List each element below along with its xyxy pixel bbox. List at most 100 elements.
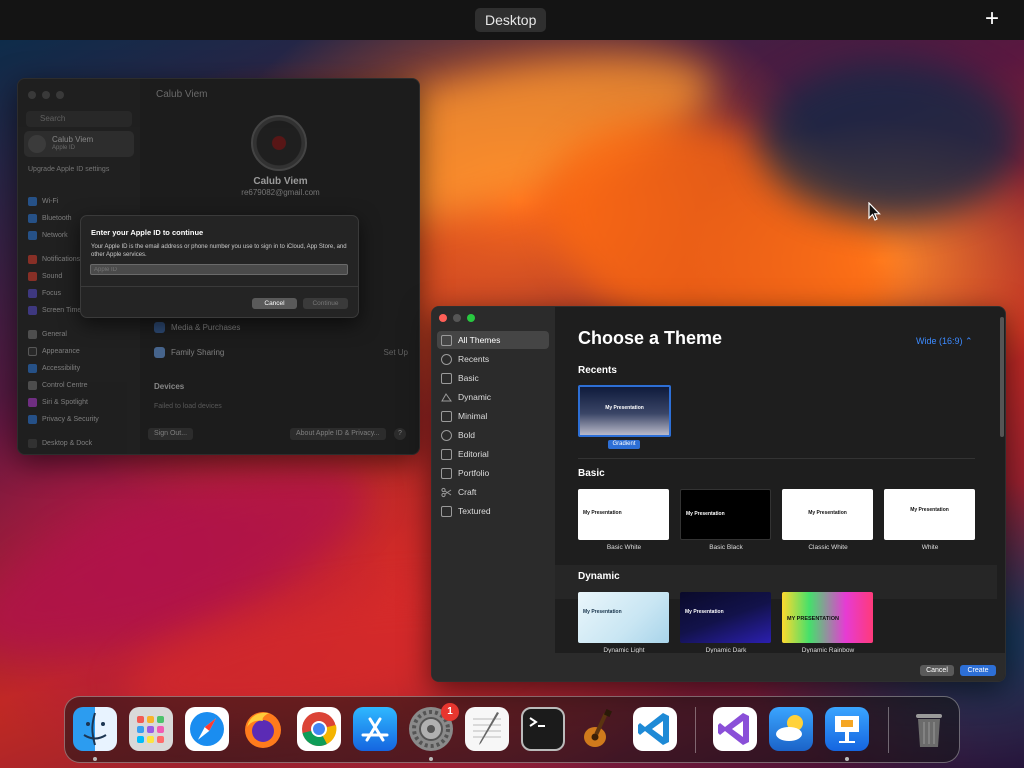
close-button[interactable]: [439, 314, 447, 322]
sidebar-item-privacy[interactable]: Privacy & Security: [28, 415, 99, 424]
weather-icon[interactable]: [769, 707, 813, 751]
sidebar-item-all-themes[interactable]: All Themes: [437, 331, 549, 349]
sidebar-item-notifications[interactable]: Notifications: [28, 255, 80, 264]
sidebar-item-bluetooth[interactable]: Bluetooth: [28, 214, 72, 223]
garageband-icon[interactable]: [577, 707, 621, 751]
sidebar-item-focus[interactable]: Focus: [28, 289, 61, 298]
notification-badge: 1: [441, 703, 459, 721]
section-basic-header: Basic: [578, 468, 605, 479]
sidebar-item-label: Editorial: [458, 449, 489, 459]
firefox-icon[interactable]: [241, 707, 285, 751]
launchpad-icon[interactable]: [129, 707, 173, 751]
section-recents-header: Recents: [578, 365, 617, 376]
theme-label-basic-black: Basic Black: [709, 544, 743, 551]
add-desktop-button[interactable]: +: [982, 7, 1002, 32]
visual-studio-icon[interactable]: [713, 707, 757, 751]
sign-out-button[interactable]: Sign Out...: [148, 428, 194, 440]
sidebar-item-bold[interactable]: Bold: [437, 426, 549, 444]
keynote-theme-chooser-window[interactable]: All Themes Recents Basic Dynamic Minimal…: [431, 306, 1006, 682]
bluetooth-icon: [28, 214, 37, 223]
sidebar-item-label: Network: [42, 232, 68, 239]
gallery-scrollbar[interactable]: [1000, 317, 1004, 437]
sidebar-item-general[interactable]: General: [28, 330, 67, 339]
minimize-button[interactable]: [453, 314, 461, 322]
create-button[interactable]: Create: [960, 665, 996, 676]
sidebar-item-siri[interactable]: Siri & Spotlight: [28, 398, 88, 407]
trash-icon[interactable]: [907, 707, 951, 751]
keynote-icon[interactable]: [825, 707, 869, 751]
sidebar-item-label: Basic: [458, 373, 479, 383]
minimal-icon: [441, 410, 452, 422]
sidebar-item-wifi[interactable]: Wi-Fi: [28, 197, 58, 206]
theme-sidebar: All Themes Recents Basic Dynamic Minimal…: [432, 307, 555, 681]
sidebar-item-label: All Themes: [458, 335, 501, 345]
theme-thumb-classic-white[interactable]: My Presentation: [782, 489, 873, 540]
sidebar-item-label: Control Centre: [42, 382, 88, 389]
help-button[interactable]: ?: [394, 428, 406, 440]
apple-id-dialog[interactable]: Enter your Apple ID to continue Your App…: [80, 215, 359, 318]
settings-user-item[interactable]: Calub Viem Apple ID: [24, 131, 134, 157]
thumb-title: My Presentation: [583, 510, 622, 516]
theme-thumb-dynamic-rainbow[interactable]: MY PRESENTATION: [782, 592, 873, 643]
sidebar-item-control-centre[interactable]: Control Centre: [28, 381, 88, 390]
sidebar-item-textured[interactable]: Textured: [437, 502, 549, 520]
sidebar-item-network[interactable]: Network: [28, 231, 68, 240]
sidebar-item-portfolio[interactable]: Portfolio: [437, 464, 549, 482]
theme-chooser-title: Choose a Theme: [578, 328, 723, 348]
sidebar-item-label: Bold: [458, 430, 476, 440]
apple-id-input[interactable]: [90, 264, 348, 275]
sidebar-item-screen-time[interactable]: Screen Time: [28, 306, 81, 315]
sidebar-item-recents[interactable]: Recents: [437, 350, 549, 368]
row-label: Media & Purchases: [171, 323, 241, 332]
row-media-purchases[interactable]: Media & Purchases: [154, 322, 408, 333]
family-setup-link[interactable]: Set Up: [384, 348, 408, 357]
settings-promo[interactable]: Upgrade Apple ID settings: [28, 165, 128, 174]
privacy-icon: [28, 415, 37, 424]
editorial-icon: [441, 448, 452, 460]
sidebar-item-basic[interactable]: Basic: [437, 369, 549, 387]
finder-icon[interactable]: [73, 707, 117, 751]
aspect-ratio-dropdown[interactable]: Wide (16:9) ⌃: [916, 336, 973, 347]
dialog-title: Enter your Apple ID to continue: [91, 228, 204, 237]
app-store-icon[interactable]: [353, 707, 397, 751]
theme-thumb-dynamic-dark[interactable]: My Presentation: [680, 592, 771, 643]
sidebar-item-desktop-dock[interactable]: Desktop & Dock: [28, 439, 92, 448]
section-dynamic-header: Dynamic: [578, 571, 620, 582]
textured-icon: [441, 505, 452, 517]
terminal-icon[interactable]: [521, 707, 565, 751]
notifications-icon: [28, 255, 37, 264]
sidebar-item-craft[interactable]: Craft: [437, 483, 549, 501]
thumb-title: My Presentation: [583, 609, 622, 615]
sidebar-item-label: Wi-Fi: [42, 198, 59, 205]
sidebar-item-minimal[interactable]: Minimal: [437, 407, 549, 425]
sidebar-item-accessibility[interactable]: Accessibility: [28, 364, 80, 373]
dialog-message: Your Apple ID is the email address or ph…: [91, 244, 347, 258]
desktop-space-label[interactable]: Desktop: [475, 8, 547, 32]
row-family-sharing[interactable]: Family Sharing Set Up: [154, 347, 408, 358]
theme-thumb-gradient[interactable]: My Presentation: [578, 385, 671, 437]
sidebar-item-dynamic[interactable]: Dynamic: [437, 388, 549, 406]
theme-thumb-dynamic-light[interactable]: My Presentation: [578, 592, 669, 643]
theme-thumb-white[interactable]: My Presentation: [884, 489, 975, 540]
chrome-icon[interactable]: [297, 707, 341, 751]
sidebar-item-label: Textured: [458, 506, 491, 516]
safari-icon[interactable]: [185, 707, 229, 751]
sidebar-item-editorial[interactable]: Editorial: [437, 445, 549, 463]
cancel-button[interactable]: Cancel: [252, 298, 297, 309]
textedit-icon[interactable]: [465, 707, 509, 751]
cancel-button[interactable]: Cancel: [920, 665, 954, 676]
continue-button[interactable]: Continue: [303, 298, 348, 309]
zoom-button[interactable]: [467, 314, 475, 322]
account-email: re679082@gmail.com: [241, 188, 320, 197]
sidebar-item-appearance[interactable]: Appearance: [28, 347, 80, 356]
theme-thumb-basic-white[interactable]: My Presentation: [578, 489, 669, 540]
basic-icon: [441, 372, 452, 384]
theme-thumb-basic-black[interactable]: My Presentation: [680, 489, 771, 540]
sidebar-item-sound[interactable]: Sound: [28, 272, 62, 281]
vscode-icon[interactable]: [633, 707, 677, 751]
row-label: Family Sharing: [171, 348, 225, 357]
wifi-icon: [28, 197, 37, 206]
account-avatar[interactable]: [251, 115, 307, 171]
about-apple-id-button[interactable]: About Apple ID & Privacy...: [290, 428, 386, 440]
settings-search-field[interactable]: Search: [26, 111, 132, 127]
